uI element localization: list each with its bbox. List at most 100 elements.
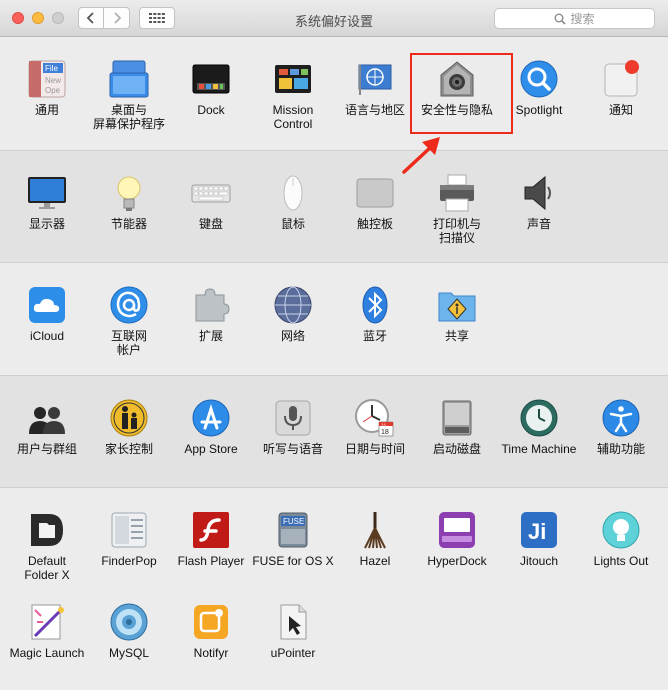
svg-text:JUL: JUL [381,423,387,427]
lights-out-icon [601,510,641,550]
notifyr-icon [191,602,231,642]
pane-label: uPointer [270,646,316,660]
printer-icon [437,173,477,213]
pane-label: 听写与语音 [262,442,323,456]
default-folder-icon [27,510,67,550]
pane-label: 共享 [444,329,469,343]
users-groups-icon [27,398,67,438]
pane-sharing[interactable]: 共享 [416,285,498,343]
keyboard-icon [191,173,231,213]
pane-label: Mission Control [272,103,314,131]
svg-text:Ope: Ope [45,86,61,95]
pane-keyboard[interactable]: 键盘 [170,173,252,231]
pane-network[interactable]: 网络 [252,285,334,343]
spotlight-icon [519,59,559,99]
internet-accounts-icon [109,285,149,325]
pane-bluetooth[interactable]: 蓝牙 [334,285,416,343]
pane-label: Spotlight [515,103,563,117]
pane-label: 语言与地区 [344,103,405,117]
pane-icloud[interactable]: iCloud [6,285,88,343]
pane-lights-out[interactable]: Lights Out [580,510,662,568]
upointer-icon [273,602,313,642]
pane-upointer[interactable]: uPointer [252,602,334,660]
pane-label: 节能器 [110,217,147,231]
pane-label: Jitouch [519,554,559,568]
pane-internet-accounts[interactable]: 互联网 帐户 [88,285,170,357]
pane-parental-controls[interactable]: 家长控制 [88,398,170,456]
pane-label: 安全性与隐私 [420,103,493,117]
mouse-icon [273,173,313,213]
section-hardware: 显示器 节能器 键盘 鼠标 触控板 打印机与 扫描仪 声音 [0,150,668,263]
system-preferences-window: 系统偏好设置 搜索 File New Ope 通用 桌面与 屏幕保护程序 Doc… [0,0,668,690]
pane-dock[interactable]: Dock [170,59,252,117]
pane-label: 打印机与 扫描仪 [432,217,481,245]
pane-default-folder[interactable]: Default Folder X [6,510,88,582]
pane-trackpad[interactable]: 触控板 [334,173,416,231]
section-system: 用户与群组 家长控制 App Store 听写与语音 JUL 18 日期与时间 … [0,375,668,488]
pane-finderpop[interactable]: FinderPop [88,510,170,568]
pane-security-privacy[interactable]: 安全性与隐私 [416,59,498,117]
pane-label: FinderPop [101,554,157,568]
pane-label: 通用 [34,103,59,117]
pane-sound[interactable]: 声音 [498,173,580,231]
security-privacy-icon [437,59,477,99]
svg-text:FUSE: FUSE [283,517,304,526]
pane-mission-control[interactable]: Mission Control [252,59,334,131]
flash-player-icon [191,510,231,550]
pane-label: App Store [184,442,238,456]
pane-label: 鼠标 [280,217,305,231]
pane-time-machine[interactable]: Time Machine [498,398,580,456]
pane-language-region[interactable]: 语言与地区 [334,59,416,117]
pane-jitouch[interactable]: Ji Jitouch [498,510,580,568]
pane-printers[interactable]: 打印机与 扫描仪 [416,173,498,245]
pane-displays[interactable]: 显示器 [6,173,88,231]
startup-disk-icon [437,398,477,438]
pane-date-time[interactable]: JUL 18 日期与时间 [334,398,416,456]
app-store-icon [191,398,231,438]
pane-label: Hazel [359,554,391,568]
pane-label: Time Machine [501,442,577,456]
pane-notifications[interactable]: 通知 [580,59,662,117]
pane-notifyr[interactable]: Notifyr [170,602,252,660]
section-personal: File New Ope 通用 桌面与 屏幕保护程序 Dock Mission … [0,37,668,150]
pane-general[interactable]: File New Ope 通用 [6,59,88,117]
search-field[interactable]: 搜索 [494,8,655,29]
pane-users-groups[interactable]: 用户与群组 [6,398,88,456]
language-region-icon [355,59,395,99]
pane-dictation-speech[interactable]: 听写与语音 [252,398,334,456]
pane-spotlight[interactable]: Spotlight [498,59,580,117]
pane-flash-player[interactable]: Flash Player [170,510,252,568]
pane-startup-disk[interactable]: 启动磁盘 [416,398,498,456]
general-icon: File New Ope [27,59,67,99]
time-machine-icon [519,398,559,438]
pane-label: HyperDock [427,554,487,568]
pane-mouse[interactable]: 鼠标 [252,173,334,231]
network-icon [273,285,313,325]
bluetooth-icon [355,285,395,325]
pane-label: Flash Player [177,554,245,568]
pane-hyperdock[interactable]: HyperDock [416,510,498,568]
pane-energy-saver[interactable]: 节能器 [88,173,170,231]
displays-icon [27,173,67,213]
search-icon [554,13,567,25]
section-other: Default Folder X FinderPop Flash Player [0,488,668,690]
magic-launch-icon [27,602,67,642]
pane-accessibility[interactable]: 辅助功能 [580,398,662,456]
pane-fuse[interactable]: FUSE FUSE for OS X [252,510,334,568]
pane-label: Dock [197,103,225,117]
pane-app-store[interactable]: App Store [170,398,252,456]
energy-saver-icon [109,173,149,213]
pane-label: Lights Out [593,554,649,568]
pane-extensions[interactable]: 扩展 [170,285,252,343]
accessibility-icon [601,398,641,438]
pane-desktop-screensaver[interactable]: 桌面与 屏幕保护程序 [88,59,170,131]
mysql-icon [109,602,149,642]
pane-label: 互联网 帐户 [110,329,147,357]
pane-hazel[interactable]: Hazel [334,510,416,568]
dock-icon [191,59,231,99]
annotation-arrow-icon [402,137,440,174]
pane-mysql[interactable]: MySQL [88,602,170,660]
pane-label: 声音 [526,217,551,231]
pane-label: 启动磁盘 [432,442,481,456]
pane-magic-launch[interactable]: Magic Launch [6,602,88,660]
